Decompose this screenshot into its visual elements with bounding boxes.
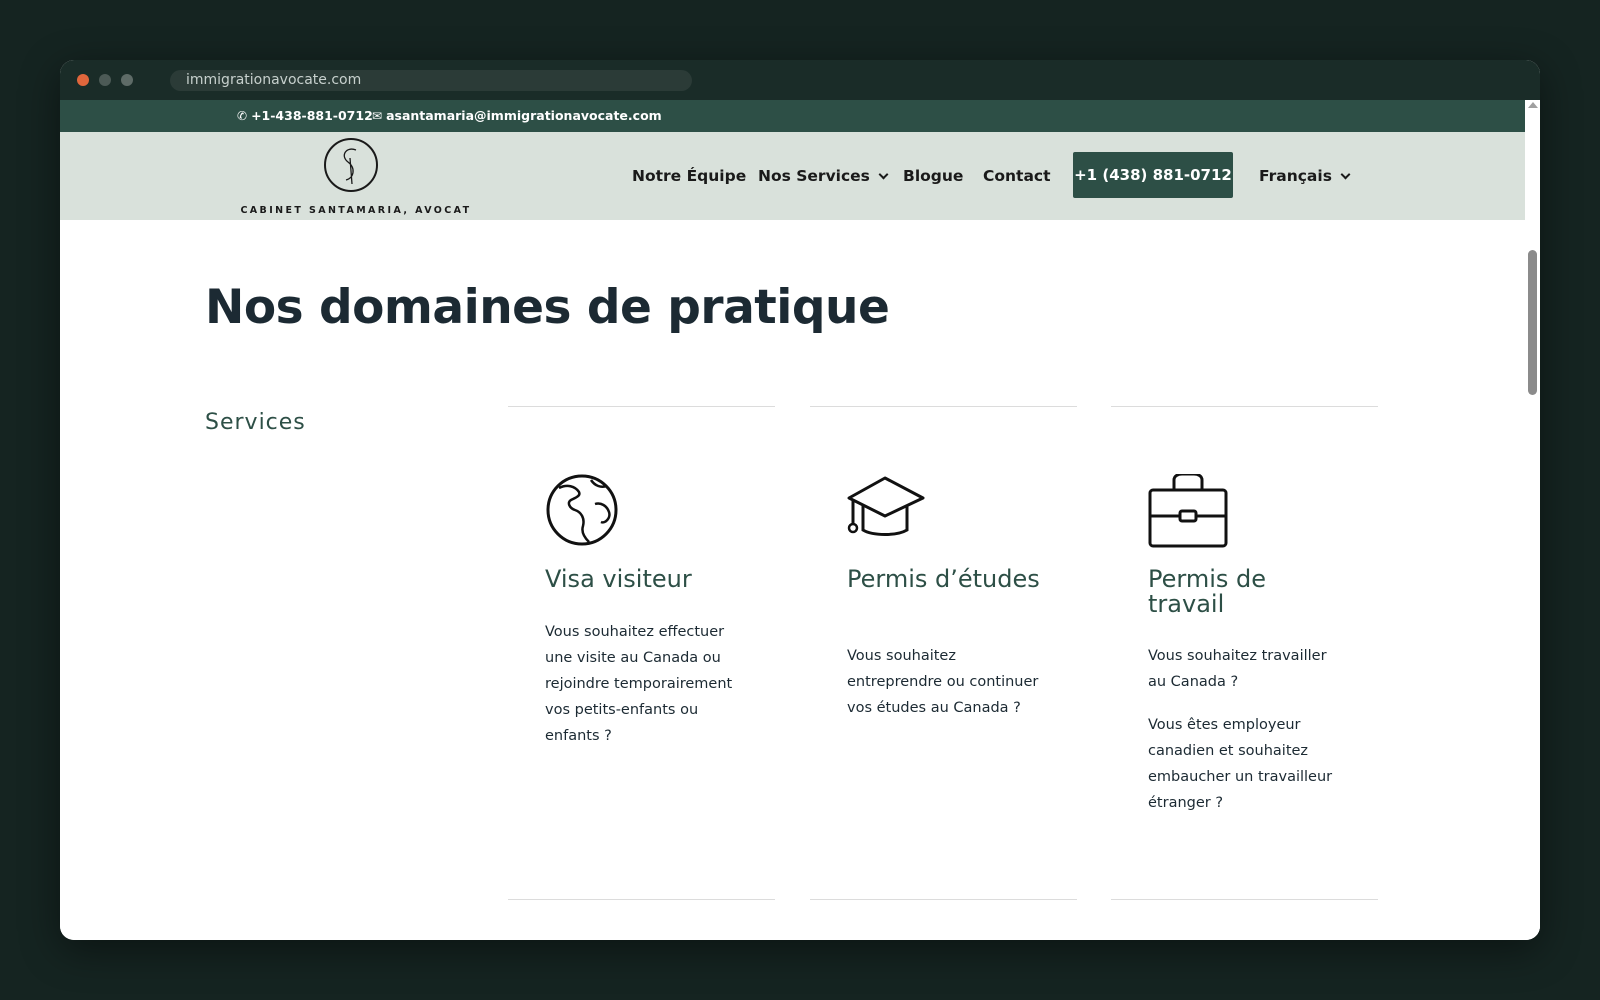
logo-signature-icon xyxy=(343,148,357,185)
page-viewport: ✆ +1-438-881-0712 ✉ asantamaria@immigrat… xyxy=(60,100,1540,940)
nav-blog-label: Blogue xyxy=(903,167,964,185)
browser-window: immigrationavocate.com ✆ +1-438-881-0712… xyxy=(60,60,1540,940)
card-title: Visa visiteur xyxy=(545,565,692,593)
browser-chrome: immigrationavocate.com xyxy=(60,60,1540,100)
chevron-down-icon xyxy=(1340,169,1351,179)
site-logo[interactable]: CABINET SANTAMARIA, AVOCAT xyxy=(240,135,472,217)
service-card-study-permit[interactable]: Permis d’études Vous souhaitez entrepren… xyxy=(810,406,1077,900)
card-title: Permis de travail xyxy=(1148,565,1267,618)
nav-contact-label: Contact xyxy=(983,167,1051,185)
card-description: Vous souhaitez travailler au Canada ? xyxy=(1148,648,1327,690)
language-switcher[interactable]: Français xyxy=(1259,132,1351,220)
call-button[interactable]: +1 (438) 881-0712 xyxy=(1073,152,1233,198)
page-title: Nos domaines de pratique xyxy=(205,280,890,335)
site-header: CABINET SANTAMARIA, AVOCAT Notre Équipe … xyxy=(60,132,1525,220)
nav-team-label: Notre Équipe xyxy=(632,167,747,185)
topbar-email-text: asantamaria@immigrationavocate.com xyxy=(386,108,662,123)
nav-blog[interactable]: Blogue xyxy=(903,132,963,220)
chevron-down-icon xyxy=(878,169,889,179)
topbar-phone-link[interactable]: ✆ +1-438-881-0712 xyxy=(237,100,373,132)
card-description-secondary: Vous êtes employeur canadien et souhaite… xyxy=(1148,717,1333,811)
language-label: Français xyxy=(1259,167,1332,185)
contact-topbar: ✆ +1-438-881-0712 ✉ asantamaria@immigrat… xyxy=(60,100,1525,132)
nav-team[interactable]: Notre Équipe xyxy=(632,132,746,220)
topbar-phone-text: +1-438-881-0712 xyxy=(251,108,373,123)
nav-services-label: Nos Services xyxy=(758,167,870,185)
globe-icon xyxy=(546,474,618,546)
service-card-work-permit[interactable]: Permis de travail Vous souhaitez travail… xyxy=(1111,406,1378,900)
logo-wordmark: CABINET SANTAMARIA, AVOCAT xyxy=(240,205,472,216)
topbar-email-link[interactable]: ✉ asantamaria@immigrationavocate.com xyxy=(372,100,662,132)
graduation-cap-icon xyxy=(847,476,925,536)
section-label: Services xyxy=(205,410,306,435)
card-title: Permis d’études xyxy=(847,565,1040,593)
envelope-icon: ✉ xyxy=(372,109,383,123)
page-scrollbar[interactable] xyxy=(1525,100,1540,940)
phone-icon: ✆ xyxy=(237,109,248,123)
card-description: Vous souhaitez effectuer une visite au C… xyxy=(545,624,733,744)
nav-contact[interactable]: Contact xyxy=(983,132,1051,220)
service-card-visitor-visa[interactable]: Visa visiteur Vous souhaitez effectuer u… xyxy=(508,406,775,900)
address-bar[interactable]: immigrationavocate.com xyxy=(170,70,692,91)
close-window-button[interactable] xyxy=(77,74,89,86)
scrollbar-thumb[interactable] xyxy=(1528,250,1537,395)
card-description: Vous souhaitez entreprendre ou continuer… xyxy=(847,648,1039,716)
logo-monogram xyxy=(324,138,378,192)
briefcase-icon xyxy=(1148,474,1228,548)
scroll-up-arrow-icon[interactable] xyxy=(1528,102,1538,108)
nav-services[interactable]: Nos Services xyxy=(758,132,889,220)
minimize-window-button[interactable] xyxy=(99,74,111,86)
maximize-window-button[interactable] xyxy=(121,74,133,86)
